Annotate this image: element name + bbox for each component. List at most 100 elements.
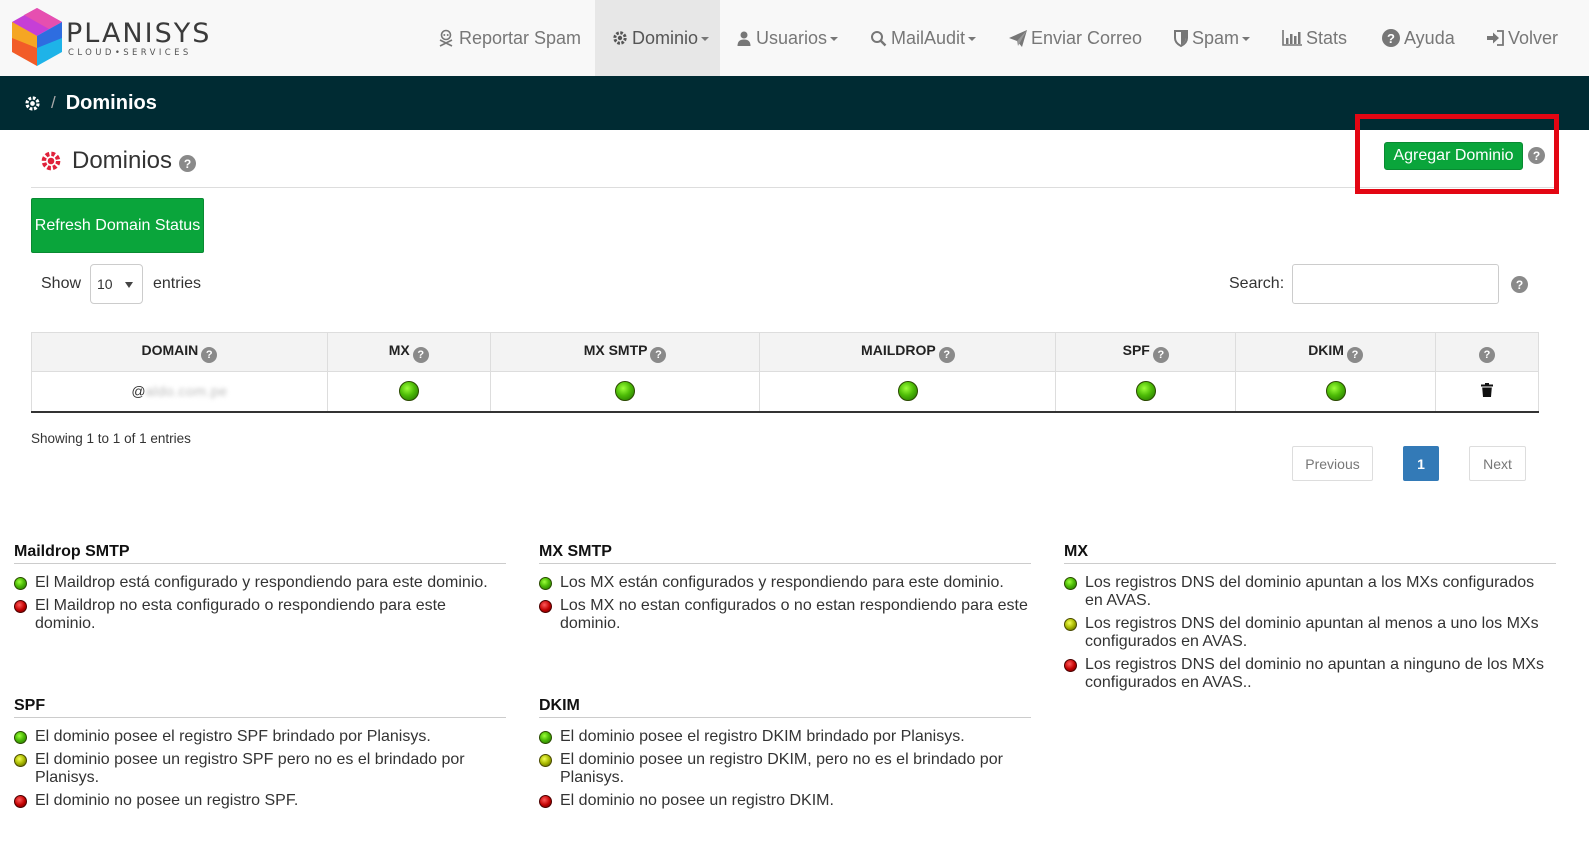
nav-enviar-correo[interactable]: Enviar Correo — [1009, 0, 1142, 76]
show-label: Show — [41, 275, 82, 292]
status-red-dot-icon — [539, 600, 552, 613]
legend-dkim: DKIM El dominio posee el registro DKIM b… — [539, 697, 1031, 815]
legend-title: Maildrop SMTP — [14, 543, 506, 564]
nav-label: Usuarios — [756, 27, 828, 48]
maildrop-status-cell — [759, 371, 1057, 413]
legend-mx-smtp: MX SMTP Los MX están configurados y resp… — [539, 543, 1031, 638]
breadcrumb-separator: / — [51, 93, 56, 112]
legend-maildrop: Maildrop SMTP El Maildrop está configura… — [14, 543, 506, 638]
help-icon[interactable]: ? — [938, 346, 955, 363]
next-page-button[interactable]: Next — [1469, 446, 1526, 481]
search-label: Search: — [1229, 275, 1285, 292]
help-icon[interactable]: ? — [201, 346, 218, 363]
list-item: Los registros DNS del dominio no apuntan… — [1064, 656, 1556, 692]
nav-ayuda[interactable]: ? Ayuda — [1382, 0, 1455, 76]
gear-icon[interactable] — [24, 95, 41, 112]
top-navbar: PLANISYS CLOUD•SERVICES Reportar Spam Do… — [0, 0, 1589, 76]
previous-page-button[interactable]: Previous — [1292, 446, 1373, 481]
list-item: El dominio no posee un registro DKIM. — [539, 792, 1031, 810]
column-maildrop[interactable]: MAILDROP? — [759, 332, 1057, 372]
paper-plane-icon — [1009, 29, 1027, 47]
legend-title: MX — [1064, 543, 1556, 564]
nav-label: Spam — [1192, 27, 1240, 48]
add-domain-button[interactable]: Agregar Dominio — [1384, 142, 1523, 170]
search-icon — [871, 30, 887, 46]
column-mx-smtp[interactable]: MX SMTP? — [489, 332, 761, 372]
nav-mailaudit[interactable]: MailAudit — [870, 0, 977, 76]
mx-status-cell — [326, 371, 491, 413]
help-icon[interactable]: ? — [650, 346, 667, 363]
nav-usuarios[interactable]: Usuarios — [736, 0, 839, 76]
chevron-down-icon — [968, 37, 977, 41]
refresh-domain-status-button[interactable]: Refresh Domain Status — [31, 198, 204, 253]
column-dkim[interactable]: DKIM? — [1235, 332, 1437, 372]
gear-icon — [613, 31, 627, 45]
column-domain[interactable]: DOMAIN? — [31, 332, 328, 372]
nav-label: Reportar Spam — [459, 27, 582, 48]
status-green-dot-icon — [14, 577, 27, 590]
status-green-dot-icon — [1135, 381, 1156, 402]
help-icon[interactable]: ? — [1479, 346, 1495, 363]
status-yellow-dot-icon — [14, 754, 27, 767]
help-icon[interactable]: ? — [412, 346, 429, 363]
nav-stats[interactable]: Stats — [1282, 0, 1347, 76]
dkim-status-cell — [1235, 371, 1437, 413]
caret-down-icon — [125, 282, 133, 288]
help-icon[interactable]: ? — [1346, 346, 1363, 363]
column-spf[interactable]: SPF? — [1055, 332, 1237, 372]
spf-status-cell — [1055, 371, 1237, 413]
list-item: El Maildrop no esta configurado o respon… — [14, 597, 506, 633]
legend-title: MX SMTP — [539, 543, 1031, 564]
shield-icon — [1174, 29, 1188, 47]
nav-reportar-spam[interactable]: Reportar Spam — [437, 0, 581, 76]
mx-smtp-status-cell — [489, 371, 761, 413]
legend-title: DKIM — [539, 697, 1031, 718]
planisys-logo[interactable]: PLANISYS CLOUD•SERVICES — [12, 8, 209, 68]
table-header-row: DOMAIN? MX? MX SMTP? MAILDROP? SPF? DKIM… — [31, 332, 1539, 372]
status-red-dot-icon — [1064, 659, 1077, 672]
trash-icon[interactable] — [1481, 382, 1493, 397]
table-row: @aldo.com.pe — [31, 371, 1539, 413]
breadcrumb-current: Dominios — [65, 91, 157, 114]
nav-label: Dominio — [632, 27, 699, 48]
page-title-text: Dominios — [72, 147, 173, 174]
title-divider — [31, 187, 1558, 188]
gear-icon — [41, 151, 61, 171]
actions-cell — [1435, 371, 1539, 413]
search-input[interactable] — [1292, 264, 1499, 304]
help-icon[interactable]: ? — [179, 155, 197, 172]
status-green-dot-icon — [897, 381, 918, 402]
legend-title: SPF — [14, 697, 506, 718]
nav-label: Ayuda — [1404, 27, 1455, 48]
entries-label: entries — [153, 275, 202, 292]
status-green-dot-icon — [539, 577, 552, 590]
status-red-dot-icon — [14, 600, 27, 613]
nav-spam[interactable]: Spam — [1174, 0, 1251, 76]
list-item: Los MX no estan configurados o no estan … — [539, 597, 1031, 633]
help-icon[interactable]: ? — [1511, 276, 1528, 293]
status-yellow-dot-icon — [1064, 618, 1077, 631]
list-item: Los registros DNS del dominio apuntan al… — [1064, 615, 1556, 651]
nav-dominio[interactable]: Dominio — [595, 0, 720, 76]
help-icon[interactable]: ? — [1152, 346, 1169, 363]
list-item: El dominio posee un registro SPF pero no… — [14, 751, 506, 787]
nav-label: Enviar Correo — [1031, 27, 1143, 48]
current-page-button[interactable]: 1 — [1403, 446, 1439, 481]
list-item: El dominio no posee un registro SPF. — [14, 792, 506, 810]
page-title: Dominios ? — [40, 147, 197, 175]
status-green-dot-icon — [1325, 381, 1346, 402]
page-size-select[interactable]: 10 — [90, 264, 143, 304]
status-green-dot-icon — [615, 381, 636, 402]
legend-spf: SPF El dominio posee el registro SPF bri… — [14, 697, 506, 815]
nav-label: Volver — [1508, 27, 1559, 48]
nav-label: MailAudit — [891, 27, 966, 48]
help-icon[interactable]: ? — [1528, 147, 1545, 164]
list-item: El dominio posee el registro SPF brindad… — [14, 728, 506, 746]
column-mx[interactable]: MX? — [326, 332, 491, 372]
question-circle-icon: ? — [1382, 29, 1400, 47]
status-red-dot-icon — [14, 795, 27, 808]
skull-crossbones-icon — [439, 29, 453, 47]
chevron-down-icon — [830, 37, 839, 41]
nav-volver[interactable]: Volver — [1487, 0, 1558, 76]
page-size-value: 10 — [97, 276, 113, 292]
